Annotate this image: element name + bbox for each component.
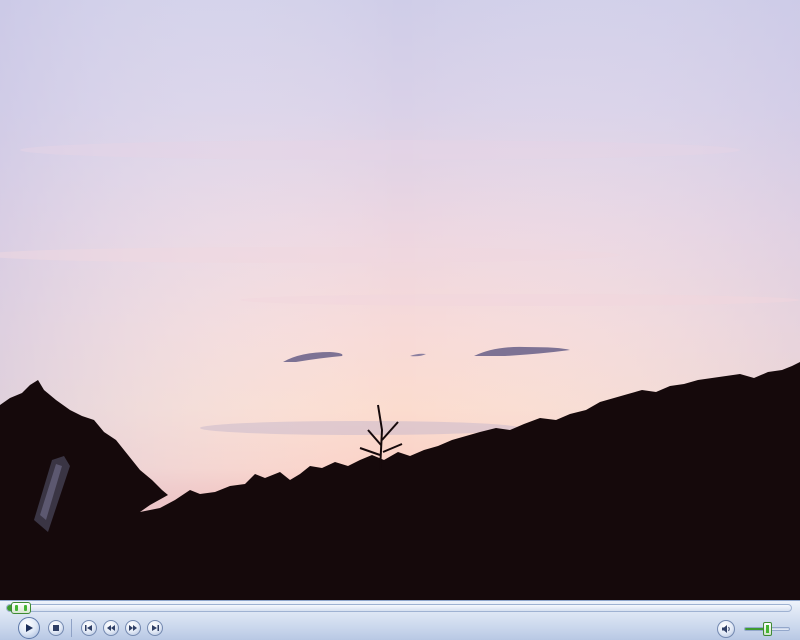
control-separator bbox=[71, 619, 72, 637]
next-button[interactable] bbox=[147, 620, 163, 636]
playback-control-bar bbox=[0, 600, 800, 640]
video-frame-image bbox=[0, 0, 800, 600]
next-track-icon bbox=[152, 625, 159, 631]
previous-track-icon bbox=[85, 625, 92, 631]
seek-thumb[interactable] bbox=[11, 602, 32, 614]
seek-bar[interactable] bbox=[6, 602, 792, 614]
volume-slider[interactable] bbox=[744, 622, 790, 636]
media-player-window bbox=[0, 0, 800, 640]
rewind-icon bbox=[107, 625, 115, 631]
play-button[interactable] bbox=[18, 617, 40, 639]
speaker-icon bbox=[721, 625, 730, 633]
volume-thumb[interactable] bbox=[763, 622, 772, 636]
fast-forward-button[interactable] bbox=[125, 620, 141, 636]
rewind-button[interactable] bbox=[103, 620, 119, 636]
play-icon bbox=[26, 624, 33, 632]
mute-button[interactable] bbox=[717, 620, 735, 638]
video-display[interactable] bbox=[0, 0, 800, 600]
fast-forward-icon bbox=[129, 625, 137, 631]
stop-icon bbox=[53, 625, 59, 631]
stop-button[interactable] bbox=[48, 620, 64, 636]
previous-button[interactable] bbox=[81, 620, 97, 636]
